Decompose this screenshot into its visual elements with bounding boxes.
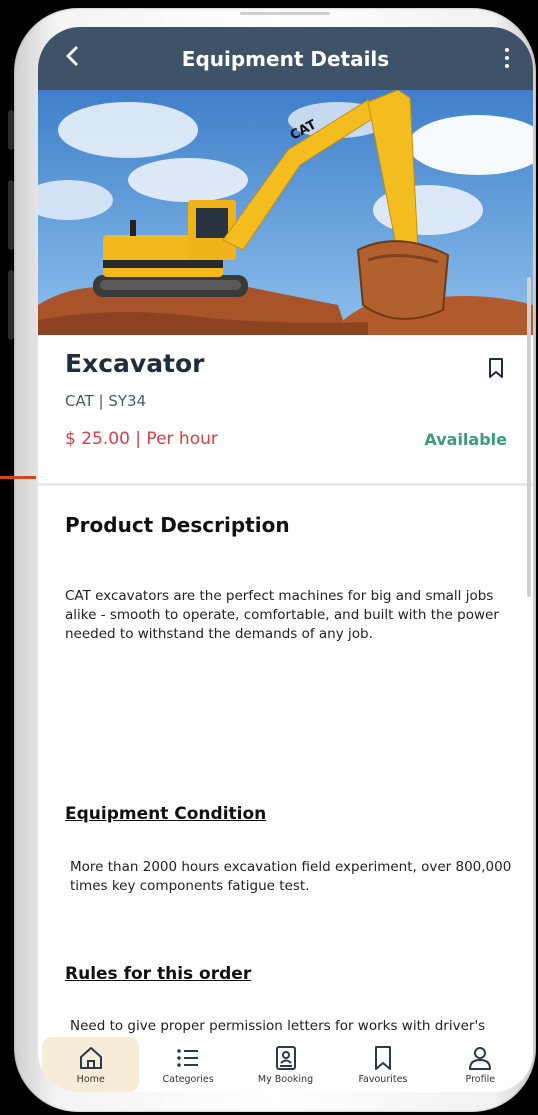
- phone-side-button: [8, 110, 14, 150]
- rules-text: Need to give proper permission letters f…: [70, 1018, 486, 1034]
- nav-label-favourites: Favourites: [358, 1074, 408, 1085]
- booking-icon: [275, 1046, 296, 1070]
- phone-speaker: [240, 12, 330, 15]
- condition-text: More than 2000 hours excavation field ex…: [70, 859, 512, 894]
- equipment-brand-model: CAT | SY34: [65, 392, 147, 410]
- equipment-info: Excavator CAT | SY34 $ 25.00 | Per hour …: [38, 335, 533, 485]
- equipment-image: CAT: [38, 90, 533, 335]
- equipment-price: $ 25.00 | Per hour: [65, 429, 218, 449]
- scrollbar[interactable]: [527, 277, 531, 597]
- bookmark-button[interactable]: [487, 357, 505, 379]
- accent-line: [0, 476, 36, 479]
- nav-item-favourites[interactable]: Favourites: [334, 1037, 431, 1092]
- availability-status: Available: [424, 430, 507, 449]
- page-title: Equipment Details: [181, 46, 390, 71]
- more-vertical-icon-dot: [505, 64, 509, 68]
- section-divider: [38, 483, 533, 486]
- bookmark-icon: [374, 1046, 391, 1070]
- description-text: CAT excavators are the perfect machines …: [65, 588, 499, 642]
- nav-item-profile[interactable]: Profile: [432, 1037, 529, 1092]
- chevron-left-icon: [66, 46, 78, 66]
- equipment-name: Excavator: [65, 349, 205, 378]
- phone-side-button: [8, 270, 14, 340]
- back-button[interactable]: [60, 41, 84, 71]
- list-icon: [177, 1049, 199, 1067]
- more-options-button[interactable]: [497, 41, 517, 75]
- nav-label-profile: Profile: [465, 1074, 496, 1085]
- home-icon: [79, 1047, 102, 1069]
- nav-item-categories[interactable]: Categories: [139, 1037, 236, 1092]
- more-vertical-icon-dot: [505, 56, 509, 60]
- more-vertical-icon: [505, 48, 509, 52]
- phone-side-button: [8, 180, 14, 250]
- bookmark-icon: [489, 358, 503, 378]
- excavator-illustration: CAT: [38, 90, 533, 335]
- bottom-navigation: Home Categories My Booking Favourites Pr…: [38, 1037, 533, 1092]
- user-icon: [469, 1047, 492, 1070]
- nav-label-categories: Categories: [162, 1074, 214, 1085]
- nav-item-home[interactable]: Home: [42, 1037, 140, 1092]
- app-header: Equipment Details: [38, 27, 533, 90]
- nav-label-my-booking: My Booking: [257, 1074, 314, 1085]
- nav-label-home: Home: [76, 1074, 105, 1085]
- rules-heading: Rules for this order: [65, 964, 252, 984]
- condition-heading: Equipment Condition: [65, 804, 267, 824]
- app-screen: Equipment Details CAT Excavator CAT | SY…: [38, 27, 533, 1092]
- nav-item-my-booking[interactable]: My Booking: [237, 1037, 334, 1092]
- description-heading: Product Description: [65, 513, 290, 537]
